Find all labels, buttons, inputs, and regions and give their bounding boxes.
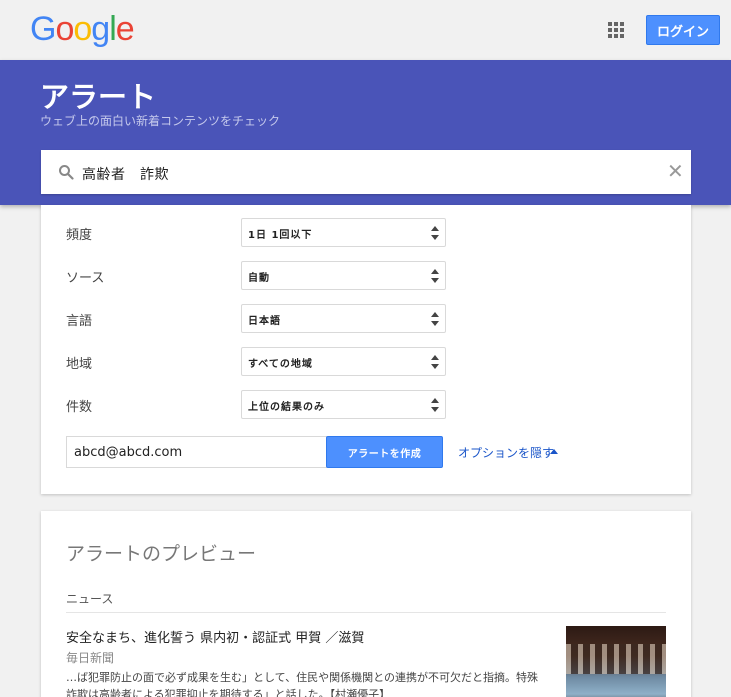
option-row-frequency: 頻度 1日 1回以下 [41, 218, 691, 247]
search-icon [59, 165, 74, 180]
login-button[interactable]: ログイン [646, 15, 720, 45]
logo-letter-g: G [30, 10, 56, 48]
page-subtitle: ウェブ上の面白い新着コンテンツをチェック [40, 114, 281, 128]
divider [66, 612, 666, 613]
page-title: アラート [40, 80, 157, 114]
logo-letter-e: e [115, 10, 135, 48]
option-label: 件数 [66, 400, 93, 415]
option-label: 地域 [66, 357, 93, 372]
news-thumbnail[interactable] [566, 626, 666, 697]
section-title-news: ニュース [66, 592, 114, 606]
news-source: 毎日新聞 [66, 651, 115, 665]
region-select[interactable]: すべての地域 [241, 347, 446, 376]
select-value: 1日 1回以下 [248, 230, 313, 241]
close-icon[interactable]: ✕ [667, 160, 684, 182]
option-row-count: 件数 上位の結果のみ [41, 390, 691, 419]
top-bar: Google ログイン [0, 0, 731, 60]
option-row-source: ソース 自動 [41, 261, 691, 290]
logo-letter-o1: o [55, 10, 74, 48]
select-value: 自動 [248, 273, 270, 284]
logo-letter-g2: g [91, 10, 110, 48]
option-row-language: 言語 日本語 [41, 304, 691, 333]
create-alert-button[interactable]: アラートを作成 [326, 436, 443, 468]
select-arrows-icon [431, 269, 439, 283]
select-value: 上位の結果のみ [248, 402, 325, 413]
logo-letter-o2: o [73, 10, 92, 48]
option-label: 言語 [66, 314, 93, 329]
select-arrows-icon [431, 398, 439, 412]
news-headline-link[interactable]: 安全なまち、進化誓う 県内初・認証式 甲賀 ／滋賀 [66, 627, 364, 646]
select-arrows-icon [431, 226, 439, 240]
preview-title: アラートのプレビュー [66, 543, 257, 565]
alerts-hero: アラート ウェブ上の面白い新着コンテンツをチェック 高齢者 詐欺 ✕ [0, 60, 731, 205]
select-value: 日本語 [248, 316, 281, 327]
count-select[interactable]: 上位の結果のみ [241, 390, 446, 419]
options-panel: 頻度 1日 1回以下 ソース 自動 言語 日本語 地域 すべての地域 件数 上位… [41, 205, 691, 494]
language-select[interactable]: 日本語 [241, 304, 446, 333]
news-snippet: …ば犯罪防止の面で必ず成果を生む」として、住民や関係機関との連携が不可欠だと指摘… [66, 671, 539, 697]
email-field[interactable] [66, 436, 327, 468]
google-logo[interactable]: Google [30, 10, 135, 49]
option-label: 頻度 [66, 228, 93, 243]
option-label: ソース [66, 271, 105, 286]
caret-up-icon[interactable] [550, 449, 558, 454]
select-value: すべての地域 [248, 359, 313, 370]
frequency-select[interactable]: 1日 1回以下 [241, 218, 446, 247]
source-select[interactable]: 自動 [241, 261, 446, 290]
search-input[interactable]: 高齢者 詐欺 [82, 164, 169, 184]
apps-grid-icon[interactable] [608, 22, 624, 38]
select-arrows-icon [431, 312, 439, 326]
alert-preview-panel: アラートのプレビュー ニュース 安全なまち、進化誓う 県内初・認証式 甲賀 ／滋… [41, 511, 691, 697]
option-row-region: 地域 すべての地域 [41, 347, 691, 376]
search-box[interactable]: 高齢者 詐欺 ✕ [41, 150, 691, 194]
hide-options-link[interactable]: オプションを隠す [458, 444, 554, 461]
select-arrows-icon [431, 355, 439, 369]
